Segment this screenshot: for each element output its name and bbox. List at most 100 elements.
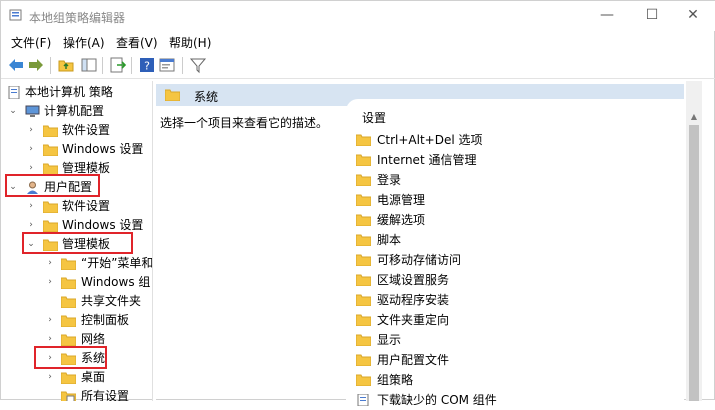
folder-icon	[43, 144, 58, 156]
column-header-setting[interactable]: 设置	[362, 108, 386, 128]
folder-icon	[356, 374, 371, 386]
toolbar-separator	[131, 57, 132, 74]
show-hide-tree-icon[interactable]	[80, 56, 98, 74]
list-item-label: 用户配置文件	[377, 353, 450, 367]
svg-text:?: ?	[144, 60, 150, 73]
forward-arrow-icon[interactable]	[27, 56, 45, 74]
tree-label: 本地计算机 策略	[25, 85, 113, 99]
folder-icon	[43, 125, 58, 137]
list-item-label: 缓解选项	[377, 213, 426, 227]
folder-icon	[43, 220, 58, 232]
menu-bar: 文件(F) 操作(A) 查看(V) 帮助(H)	[1, 31, 715, 53]
folder-icon	[61, 258, 76, 270]
folder-icon	[61, 296, 76, 308]
policy-document-icon	[8, 86, 20, 99]
list-item-label: Internet 通信管理	[377, 153, 477, 167]
gpedit-app-icon	[9, 9, 22, 21]
menu-view[interactable]: 查看(V)	[114, 34, 160, 51]
menu-help[interactable]: 帮助(H)	[167, 34, 213, 51]
all-settings-icon	[61, 391, 76, 401]
tree-label: 软件设置	[62, 123, 111, 137]
policy-setting-icon	[357, 394, 369, 406]
tree-label: Windows 设置	[62, 142, 144, 156]
content-pane: 系统 选择一个项目来查看它的描述。 设置 Ctrl+Alt+Del 选项 Int…	[156, 81, 686, 407]
toolbar: ?	[1, 53, 715, 79]
list-item-label: 区域设置服务	[377, 273, 450, 287]
list-item-label: 文件夹重定向	[377, 313, 450, 327]
tree-label: “开始”菜单和	[81, 256, 152, 270]
toolbar-separator	[182, 57, 183, 74]
scrollbar-thumb[interactable]	[689, 125, 699, 401]
tree-label: Windows 组	[81, 275, 151, 289]
folder-icon	[356, 214, 371, 226]
chevron-right-icon[interactable]: ›	[26, 140, 36, 159]
content-header-title: 系统	[194, 90, 219, 104]
folder-icon	[356, 254, 371, 266]
chevron-right-icon[interactable]: ›	[26, 197, 36, 216]
menu-file[interactable]: 文件(F)	[9, 34, 53, 51]
folder-icon	[165, 89, 180, 101]
maximize-button[interactable]: ☐	[629, 1, 675, 31]
folder-icon	[356, 354, 371, 366]
gpedit-window: 本地组策略编辑器 — ☐ ✕ 文件(F) 操作(A) 查看(V) 帮助(H) ?…	[0, 0, 715, 407]
chevron-down-icon[interactable]: ⌄	[8, 102, 18, 121]
folder-icon	[43, 201, 58, 213]
folder-icon	[61, 334, 76, 346]
list-item-label: 驱动程序安装	[377, 293, 450, 307]
highlight-box-system	[34, 346, 107, 369]
tree-label: 所有设置	[81, 389, 130, 401]
menu-action[interactable]: 操作(A)	[61, 34, 107, 51]
description-text: 选择一个项目来查看它的描述。	[160, 116, 329, 130]
up-folder-icon[interactable]	[57, 56, 75, 74]
tree-label: 软件设置	[62, 199, 111, 213]
list-item-label: 脚本	[377, 233, 402, 247]
vertical-scrollbar[interactable]: ▲	[686, 81, 702, 401]
folder-icon	[356, 274, 371, 286]
tree-label: 控制面板	[81, 313, 130, 327]
back-arrow-icon[interactable]	[7, 56, 25, 74]
folder-icon	[356, 194, 371, 206]
folder-icon	[61, 372, 76, 384]
minimize-button[interactable]: —	[584, 1, 630, 31]
folder-icon	[356, 294, 371, 306]
settings-list: 设置 Ctrl+Alt+Del 选项 Internet 通信管理 登录 电源管理…	[346, 99, 684, 407]
list-item-label: 显示	[377, 333, 402, 347]
chevron-right-icon[interactable]: ›	[26, 121, 36, 140]
toolbar-separator	[50, 57, 51, 74]
computer-icon	[25, 105, 40, 117]
chevron-right-icon[interactable]: ›	[45, 311, 55, 330]
list-item-label: 登录	[377, 173, 402, 187]
chevron-right-icon[interactable]: ›	[45, 368, 55, 387]
filter-icon[interactable]	[189, 56, 207, 74]
tree-pane: 本地计算机 策略 ⌄ 计算机配置 › 软件设置 › Windows 设置 › 管…	[1, 81, 152, 401]
chevron-right-icon[interactable]: ›	[45, 273, 55, 292]
list-item-label: 电源管理	[377, 193, 426, 207]
folder-icon	[356, 154, 371, 166]
folder-icon	[356, 334, 371, 346]
folder-icon	[356, 134, 371, 146]
properties-icon[interactable]	[158, 56, 176, 74]
toolbar-separator	[102, 57, 103, 74]
help-icon[interactable]: ?	[138, 56, 156, 74]
close-button[interactable]: ✕	[670, 1, 715, 31]
list-item-label: Ctrl+Alt+Del 选项	[377, 133, 483, 147]
folder-icon	[61, 277, 76, 289]
highlight-box-admin-templates	[22, 232, 133, 254]
highlight-box-user-config	[5, 174, 100, 197]
list-item-label: 下载缺少的 COM 组件	[377, 393, 497, 407]
folder-icon	[61, 315, 76, 327]
list-item-label: 可移动存储访问	[377, 253, 462, 267]
title-bar: 本地组策略编辑器 — ☐ ✕	[1, 1, 715, 31]
list-item-label: 组策略	[377, 373, 414, 387]
export-list-icon[interactable]	[109, 56, 127, 74]
folder-icon	[356, 174, 371, 186]
tree-label: 共享文件夹	[81, 294, 142, 308]
chevron-right-icon[interactable]: ›	[45, 254, 55, 273]
folder-icon	[356, 314, 371, 326]
window-title: 本地组策略编辑器	[29, 11, 126, 25]
tree-label: 桌面	[81, 370, 106, 384]
scroll-up-arrow-icon[interactable]: ▲	[686, 109, 702, 125]
folder-icon	[356, 234, 371, 246]
tree-label: 计算机配置	[44, 104, 105, 118]
column-header-label: 设置	[362, 111, 387, 125]
